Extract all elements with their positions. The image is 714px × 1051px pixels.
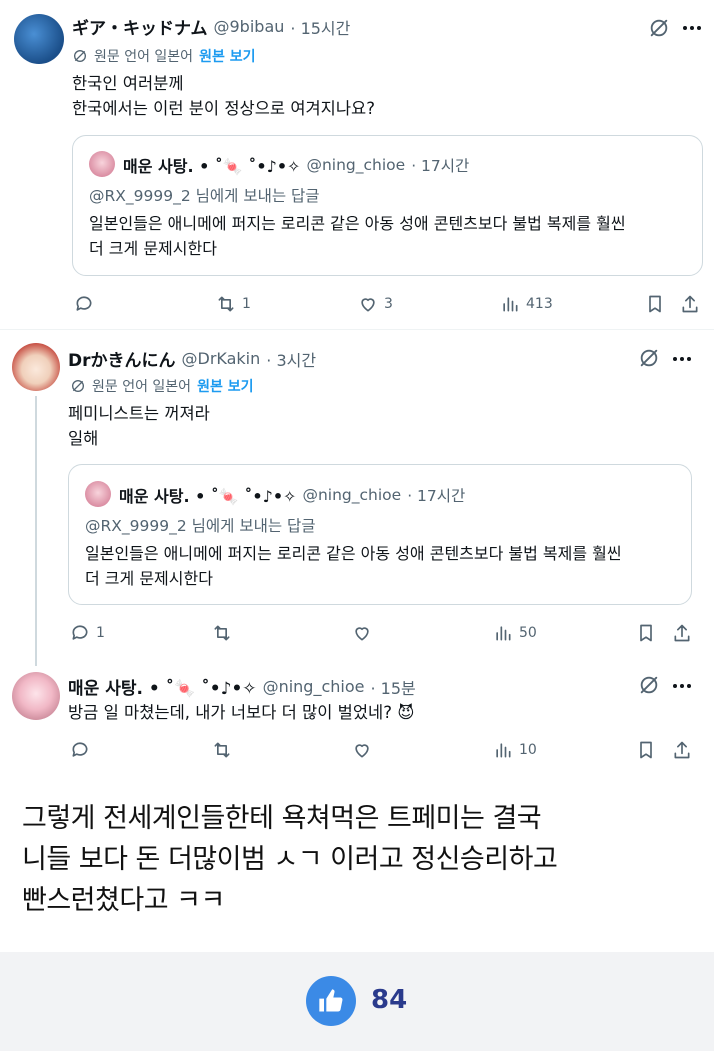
heart-icon xyxy=(355,627,369,641)
share-button[interactable] xyxy=(672,623,692,643)
author-handle[interactable]: @ning_chioe xyxy=(263,677,365,696)
repost-button[interactable] xyxy=(212,740,238,760)
grok-icon[interactable] xyxy=(648,17,670,43)
views-button[interactable]: 50 xyxy=(493,623,537,643)
post-text: 한국인 여러분께 한국에서는 이런 분이 정상으로 여겨지나요? xyxy=(72,74,375,118)
views-button[interactable]: 413 xyxy=(500,294,553,314)
quote-author-handle: @ning_chioe xyxy=(306,156,406,174)
quote-author-handle: @ning_chioe xyxy=(302,486,402,504)
repost-icon xyxy=(214,742,230,758)
repost-button[interactable] xyxy=(212,623,238,643)
quote-reply-to: @RX_9999_2 님에게 보내는 답글 xyxy=(85,517,316,535)
bookmark-icon xyxy=(640,624,652,642)
share-icon xyxy=(674,741,690,759)
reply-icon xyxy=(76,296,92,311)
grok-icon[interactable] xyxy=(638,674,660,700)
views-button[interactable]: 10 xyxy=(493,740,537,760)
quote-time: · 17시간 xyxy=(407,487,466,505)
post-time[interactable]: · 15시간 xyxy=(290,15,350,39)
heart-icon xyxy=(361,298,375,312)
avatar[interactable] xyxy=(12,343,60,391)
quote-text: 일본인들은 애니메에 퍼지는 로리콘 같은 아동 성애 콘텐츠보다 불법 복제를… xyxy=(89,214,626,258)
more-icon[interactable] xyxy=(673,684,691,688)
post-time[interactable]: · 15분 xyxy=(370,675,415,699)
quote-author-name: 매운 사탕. • ˚🍬 ˚•♪•✧ xyxy=(123,157,301,176)
share-button[interactable] xyxy=(672,740,692,760)
share-button[interactable] xyxy=(680,294,700,314)
like-button[interactable] xyxy=(352,740,378,760)
bookmark-icon xyxy=(640,741,652,759)
author-name[interactable]: ギア・キッドナム xyxy=(72,14,208,39)
reply-icon xyxy=(72,742,88,757)
author-name[interactable]: Drかきんにん xyxy=(68,346,176,371)
repost-button[interactable]: 1 xyxy=(216,294,251,314)
more-icon[interactable] xyxy=(673,357,691,361)
caption-text: 그렇게 전세계인들한테 욕쳐먹은 트페미는 결국 니들 보다 돈 더많이범 ㅅㄱ… xyxy=(22,803,558,916)
views-icon xyxy=(496,626,511,641)
divider xyxy=(0,329,714,330)
repost-icon xyxy=(218,296,234,312)
quoted-post[interactable]: 매운 사탕. • ˚🍬 ˚•♪•✧ @ning_chioe · 17시간 @RX… xyxy=(72,135,703,276)
author-handle[interactable]: @DrKakin xyxy=(182,349,261,368)
post-text: 방금 일 마쳤는데, 내가 너보다 더 많이 벌었네? 😈 xyxy=(68,703,415,722)
quote-text: 일본인들은 애니메에 퍼지는 로리콘 같은 아동 성애 콘텐츠보다 불법 복제를… xyxy=(85,544,622,588)
quoted-post[interactable]: 매운 사탕. • ˚🍬 ˚•♪•✧ @ning_chioe · 17시간 @RX… xyxy=(68,464,692,605)
bookmark-button[interactable] xyxy=(636,623,656,643)
repost-icon xyxy=(214,625,230,641)
thread-line xyxy=(35,396,37,666)
upvote-count: 84 xyxy=(371,985,408,1015)
reply-button[interactable]: 1 xyxy=(70,623,105,643)
translate-icon xyxy=(74,50,86,62)
views-icon xyxy=(503,297,518,312)
grok-icon[interactable] xyxy=(638,347,660,373)
like-button[interactable] xyxy=(352,623,378,643)
quote-avatar xyxy=(89,151,115,177)
post-time[interactable]: · 3시간 xyxy=(266,347,316,371)
translated-from-label: 원문 언어 일본어 xyxy=(94,49,194,65)
quote-avatar xyxy=(85,481,111,507)
more-icon[interactable] xyxy=(683,26,701,30)
share-icon xyxy=(674,624,690,642)
avatar[interactable] xyxy=(14,14,64,64)
author-name[interactable]: 매운 사탕. • ˚🍬 ˚•♪•✧ xyxy=(68,674,257,699)
bookmark-button[interactable] xyxy=(645,294,665,314)
show-original-link[interactable]: 원본 보기 xyxy=(197,376,253,396)
reply-icon xyxy=(72,625,88,640)
views-icon xyxy=(496,743,511,758)
translated-from-label: 원문 언어 일본어 xyxy=(92,379,192,395)
post-text: 페미니스트는 꺼져라 일해 xyxy=(68,404,210,448)
bookmark-icon xyxy=(649,295,661,313)
vote-bar xyxy=(0,952,714,1051)
upvote-button[interactable] xyxy=(306,976,356,1026)
reply-button[interactable] xyxy=(70,740,96,760)
author-handle[interactable]: @9bibau xyxy=(214,17,285,36)
show-original-link[interactable]: 원본 보기 xyxy=(199,46,255,66)
like-button[interactable]: 3 xyxy=(358,294,393,314)
thumbs-up-icon xyxy=(319,989,343,1012)
translate-icon xyxy=(72,380,84,392)
reply-button[interactable] xyxy=(74,294,100,314)
quote-author-name: 매운 사탕. • ˚🍬 ˚•♪•✧ xyxy=(119,487,297,506)
avatar[interactable] xyxy=(12,672,60,720)
bookmark-button[interactable] xyxy=(636,740,656,760)
quote-reply-to: @RX_9999_2 님에게 보내는 답글 xyxy=(89,187,320,205)
share-icon xyxy=(682,295,698,313)
quote-time: · 17시간 xyxy=(411,157,470,175)
heart-icon xyxy=(355,744,369,758)
